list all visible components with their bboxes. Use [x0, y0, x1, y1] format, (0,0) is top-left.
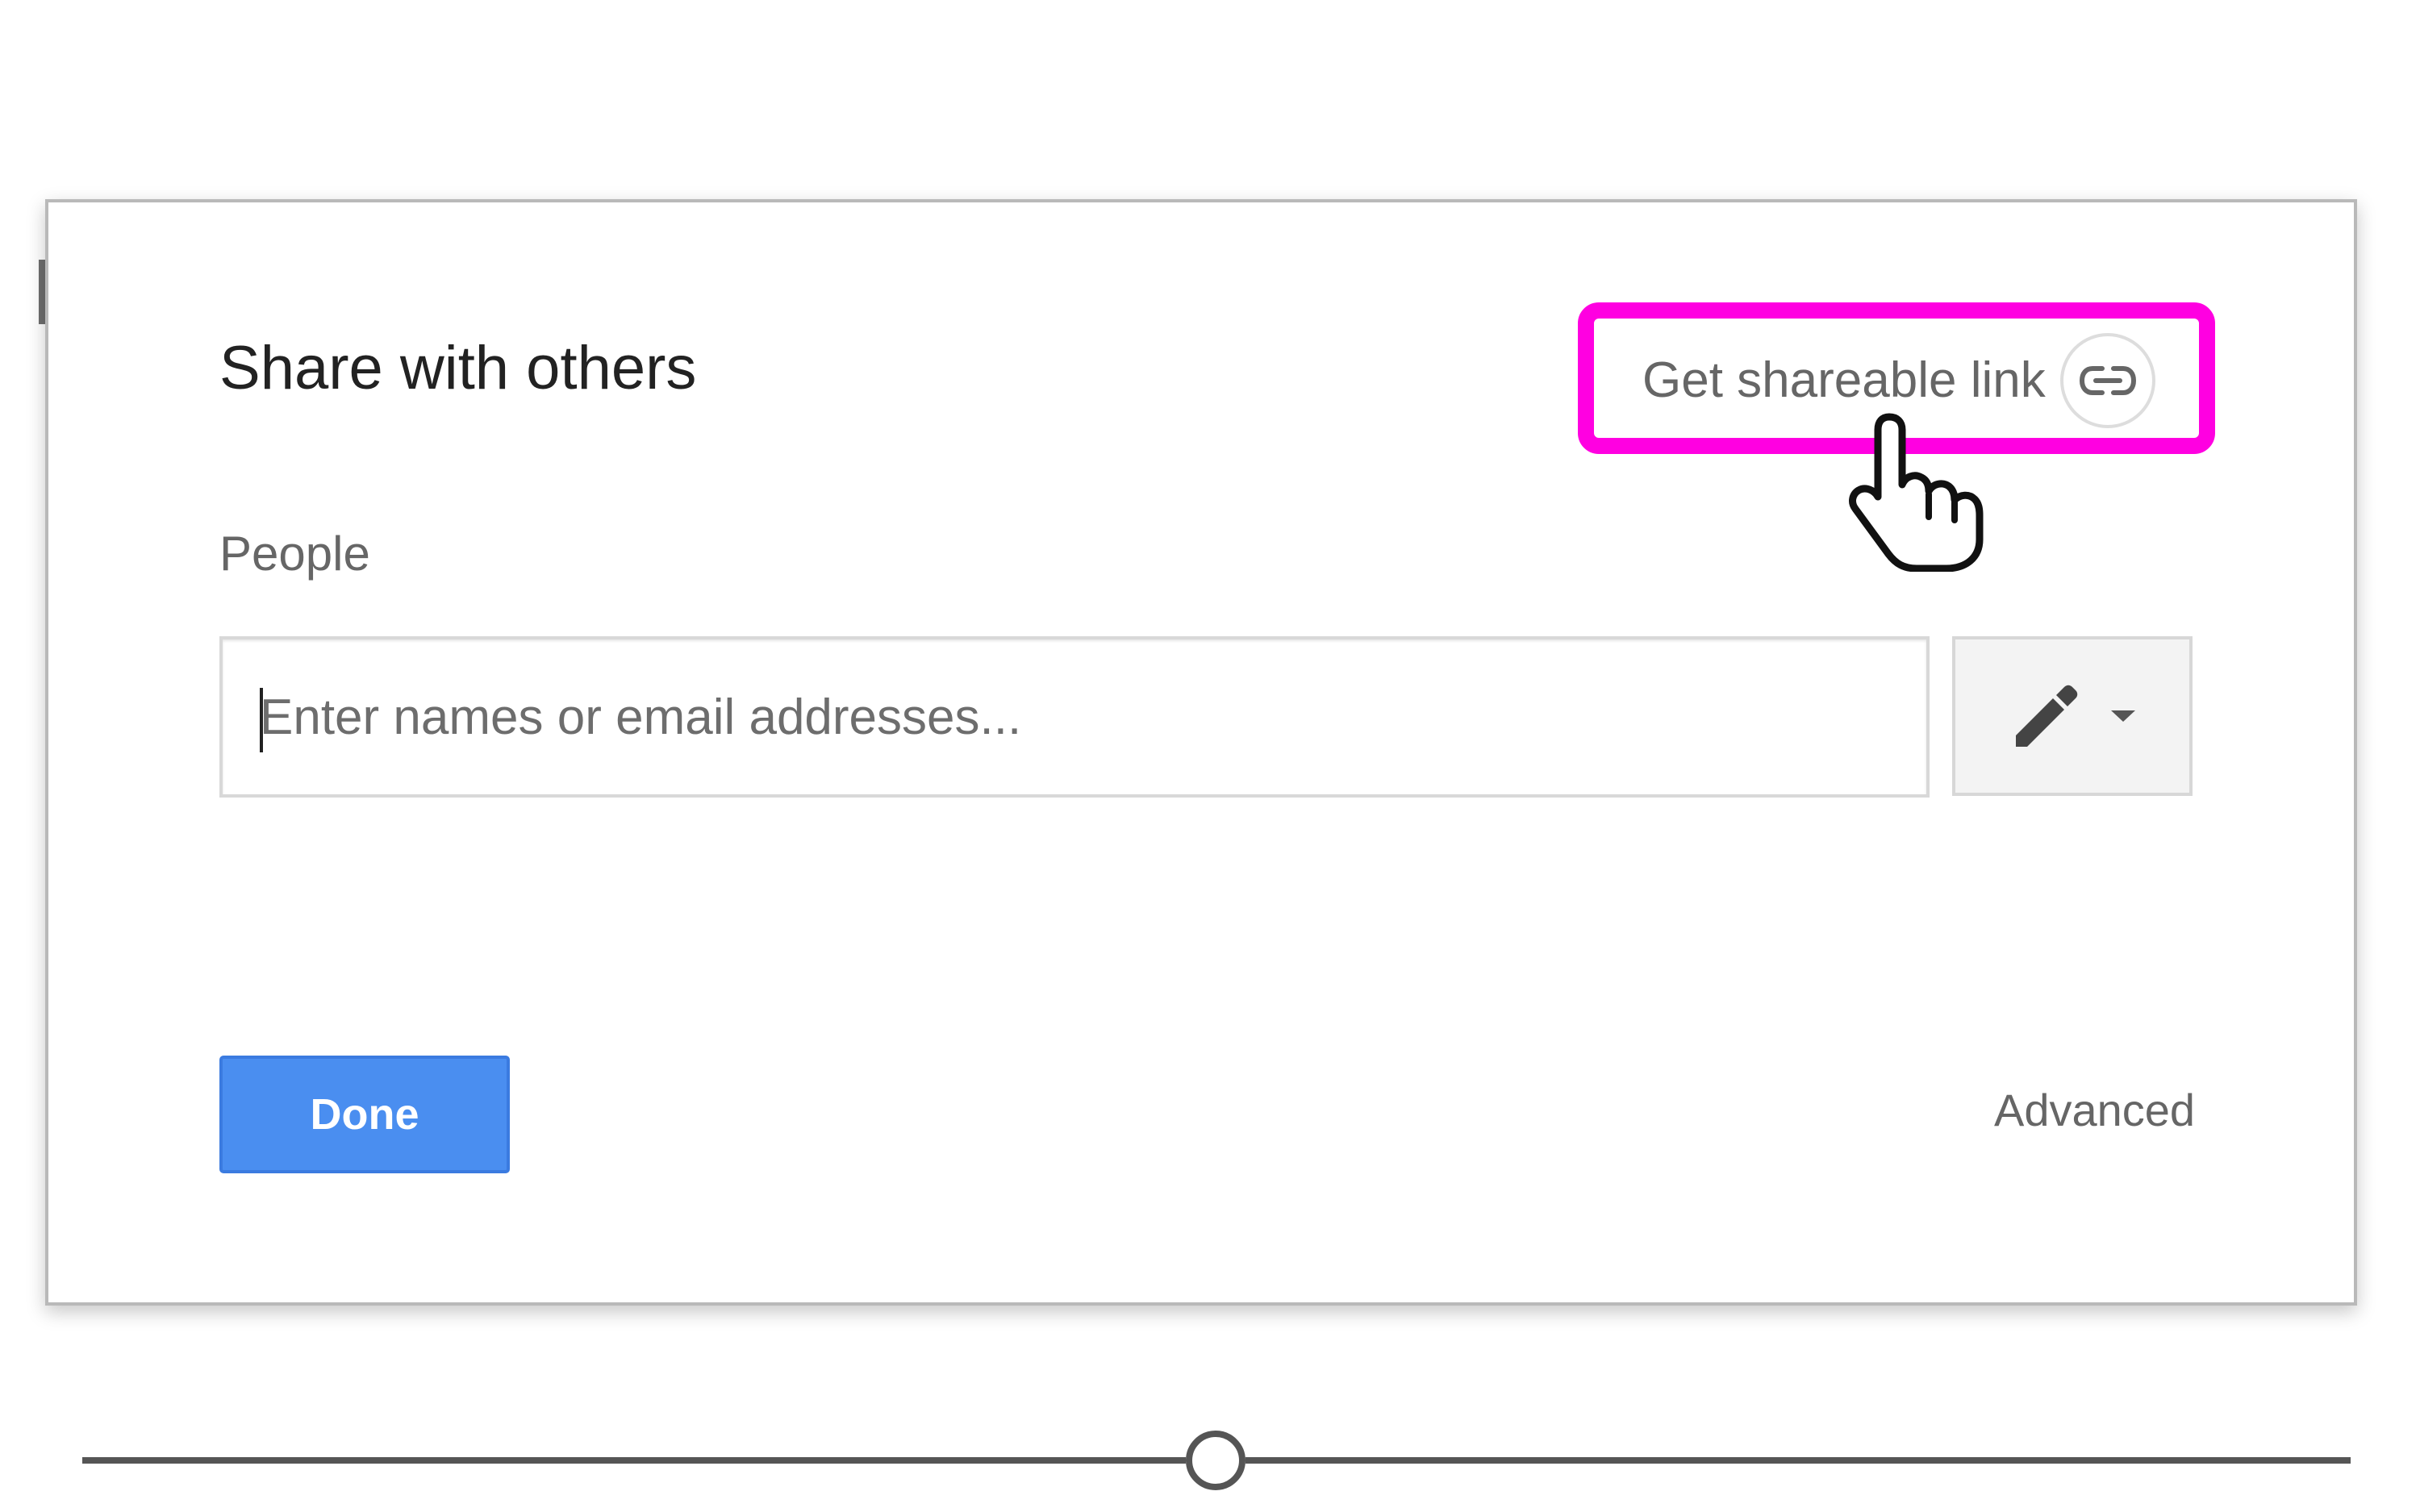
people-search-input[interactable]	[253, 669, 1873, 765]
get-shareable-link-button[interactable]: Get shareable link	[1642, 330, 2199, 431]
left-edge-mark	[39, 260, 45, 324]
share-dialog: Share with others Get shareable link Peo…	[45, 199, 2357, 1306]
advanced-link[interactable]: Advanced	[1994, 1088, 2195, 1133]
progress-slider-thumb[interactable]	[1186, 1431, 1245, 1490]
pencil-icon	[2016, 685, 2078, 747]
shareable-link-label: Get shareable link	[1642, 352, 2046, 408]
text-caret	[260, 688, 263, 752]
people-label: People	[219, 527, 370, 581]
dialog-title: Share with others	[219, 334, 697, 402]
link-icon[interactable]	[2059, 333, 2155, 428]
progress-track-left[interactable]	[82, 1457, 1186, 1464]
progress-track-right[interactable]	[1245, 1457, 2351, 1464]
link-icon-graphic	[2079, 366, 2136, 395]
done-button[interactable]: Done	[219, 1056, 510, 1173]
people-input-container[interactable]	[219, 636, 1930, 798]
dropdown-arrow-icon	[2111, 710, 2135, 722]
permission-dropdown-button[interactable]	[1952, 636, 2193, 796]
